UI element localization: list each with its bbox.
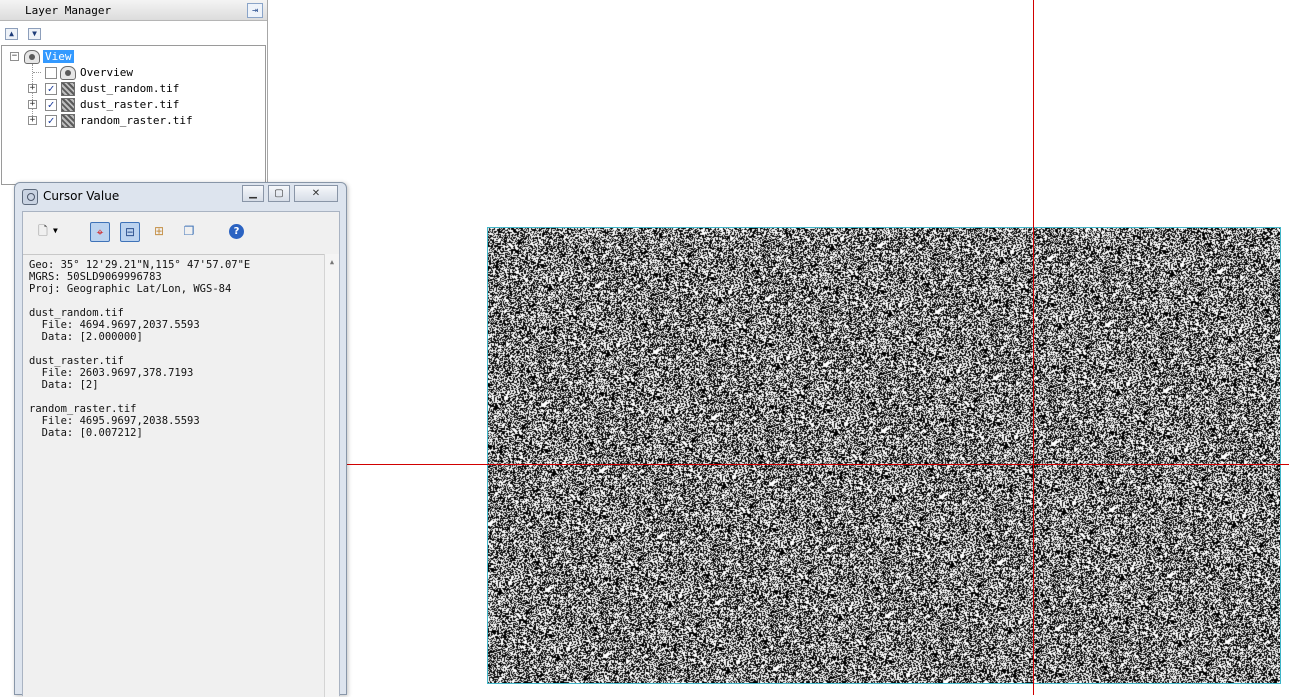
collapse-view-icon[interactable]: − xyxy=(10,52,19,61)
random-raster-checkbox[interactable]: ✓ xyxy=(45,115,57,127)
expand-random-raster-icon[interactable]: + xyxy=(28,116,37,125)
overview-label: Overview xyxy=(80,66,133,79)
view-eye-icon xyxy=(24,50,40,64)
dust-raster-label: dust_raster.tif xyxy=(80,98,180,111)
tree-item-dust-raster[interactable]: + ✓ dust_raster.tif xyxy=(2,97,262,113)
cursor-value-scrollbar[interactable]: ▲ xyxy=(324,254,339,697)
proj-line: Proj: Geographic Lat/Lon, WGS-84 xyxy=(29,283,232,295)
expand-dust-random-icon[interactable]: + xyxy=(28,84,37,93)
crosshair-toggle-icon[interactable]: ⌖ xyxy=(90,222,110,242)
move-layer-up-button[interactable]: ▲ xyxy=(5,28,18,40)
cursor-value-body: 🗋 ▼ ⌖ ⊟ ⊞ ❐ ? Geo: 35° 12'29.21"N,115° 4… xyxy=(22,211,340,697)
dust-raster-checkbox[interactable]: ✓ xyxy=(45,99,57,111)
tree-root-view[interactable]: − View xyxy=(2,49,262,65)
tree-item-overview[interactable]: Overview xyxy=(2,65,262,81)
scroll-up-icon[interactable]: ▲ xyxy=(327,257,337,267)
raster-icon xyxy=(61,82,75,96)
raster-icon xyxy=(61,98,75,112)
crosshair-horizontal xyxy=(347,464,1289,465)
tree-item-dust-random[interactable]: + ✓ dust_random.tif xyxy=(2,81,262,97)
layer-manager-title: Layer Manager xyxy=(25,4,112,17)
layer-name-line: random_raster.tif xyxy=(29,403,137,415)
view-label[interactable]: View xyxy=(43,50,74,63)
cursor-value-text: Geo: 35° 12'29.21"N,115° 47'57.07"E MGRS… xyxy=(23,254,324,697)
file-coord-line: File: 4694.9697,2037.5593 xyxy=(29,319,200,331)
dust-random-label: dust_random.tif xyxy=(80,82,180,95)
layer-tree: − View Overview + ✓ dust_random.tif + ✓ … xyxy=(1,45,266,185)
minimize-button[interactable]: ▁ xyxy=(242,185,264,202)
file-coord-line: File: 2603.9697,378.7193 xyxy=(29,367,194,379)
layers-icon[interactable]: ❐ xyxy=(179,222,199,242)
help-icon[interactable]: ? xyxy=(229,224,244,239)
cursor-value-app-icon xyxy=(22,189,38,205)
file-coord-line: File: 4695.9697,2038.5593 xyxy=(29,415,200,427)
cursor-value-dialog: Cursor Value ▁ ▢ ✕ 🗋 ▼ ⌖ ⊟ ⊞ ❐ ? Geo: 35… xyxy=(14,182,347,697)
export-icon[interactable]: 🗋 xyxy=(33,222,53,242)
layer-manager-titlebar: Layer Manager ⇥ xyxy=(0,0,267,21)
data-value-line: Data: [2] xyxy=(29,379,99,391)
random-raster-label: random_raster.tif xyxy=(80,114,193,127)
layer-name-line: dust_random.tif xyxy=(29,307,124,319)
chevron-down-icon[interactable]: ▼ xyxy=(53,226,58,235)
crosshair-vertical xyxy=(1033,0,1034,695)
overview-checkbox[interactable] xyxy=(45,67,57,79)
data-value-line: Data: [0.007212] xyxy=(29,427,143,439)
cursor-value-title: Cursor Value xyxy=(43,189,120,203)
geo-line: Geo: 35° 12'29.21"N,115° 47'57.07"E xyxy=(29,259,251,271)
layer-name-line: dust_raster.tif xyxy=(29,355,124,367)
raster-icon xyxy=(61,114,75,128)
overview-eye-icon xyxy=(60,66,76,80)
close-button[interactable]: ✕ xyxy=(294,185,338,202)
expand-dust-raster-icon[interactable]: + xyxy=(28,100,37,109)
tree-item-random-raster[interactable]: + ✓ random_raster.tif xyxy=(2,113,262,129)
maximize-button[interactable]: ▢ xyxy=(268,185,290,202)
dock-pin-icon[interactable]: ⇥ xyxy=(247,3,263,18)
dust-random-checkbox[interactable]: ✓ xyxy=(45,83,57,95)
raster-image-view[interactable] xyxy=(487,227,1281,684)
raster-noise-canvas[interactable] xyxy=(488,228,1280,683)
mgrs-line: MGRS: 50SLD9069996783 xyxy=(29,271,162,283)
move-layer-down-button[interactable]: ▼ xyxy=(28,28,41,40)
data-value-line: Data: [2.000000] xyxy=(29,331,143,343)
link-views-icon[interactable]: ⊟ xyxy=(120,222,140,242)
grid-icon[interactable]: ⊞ xyxy=(149,222,169,242)
